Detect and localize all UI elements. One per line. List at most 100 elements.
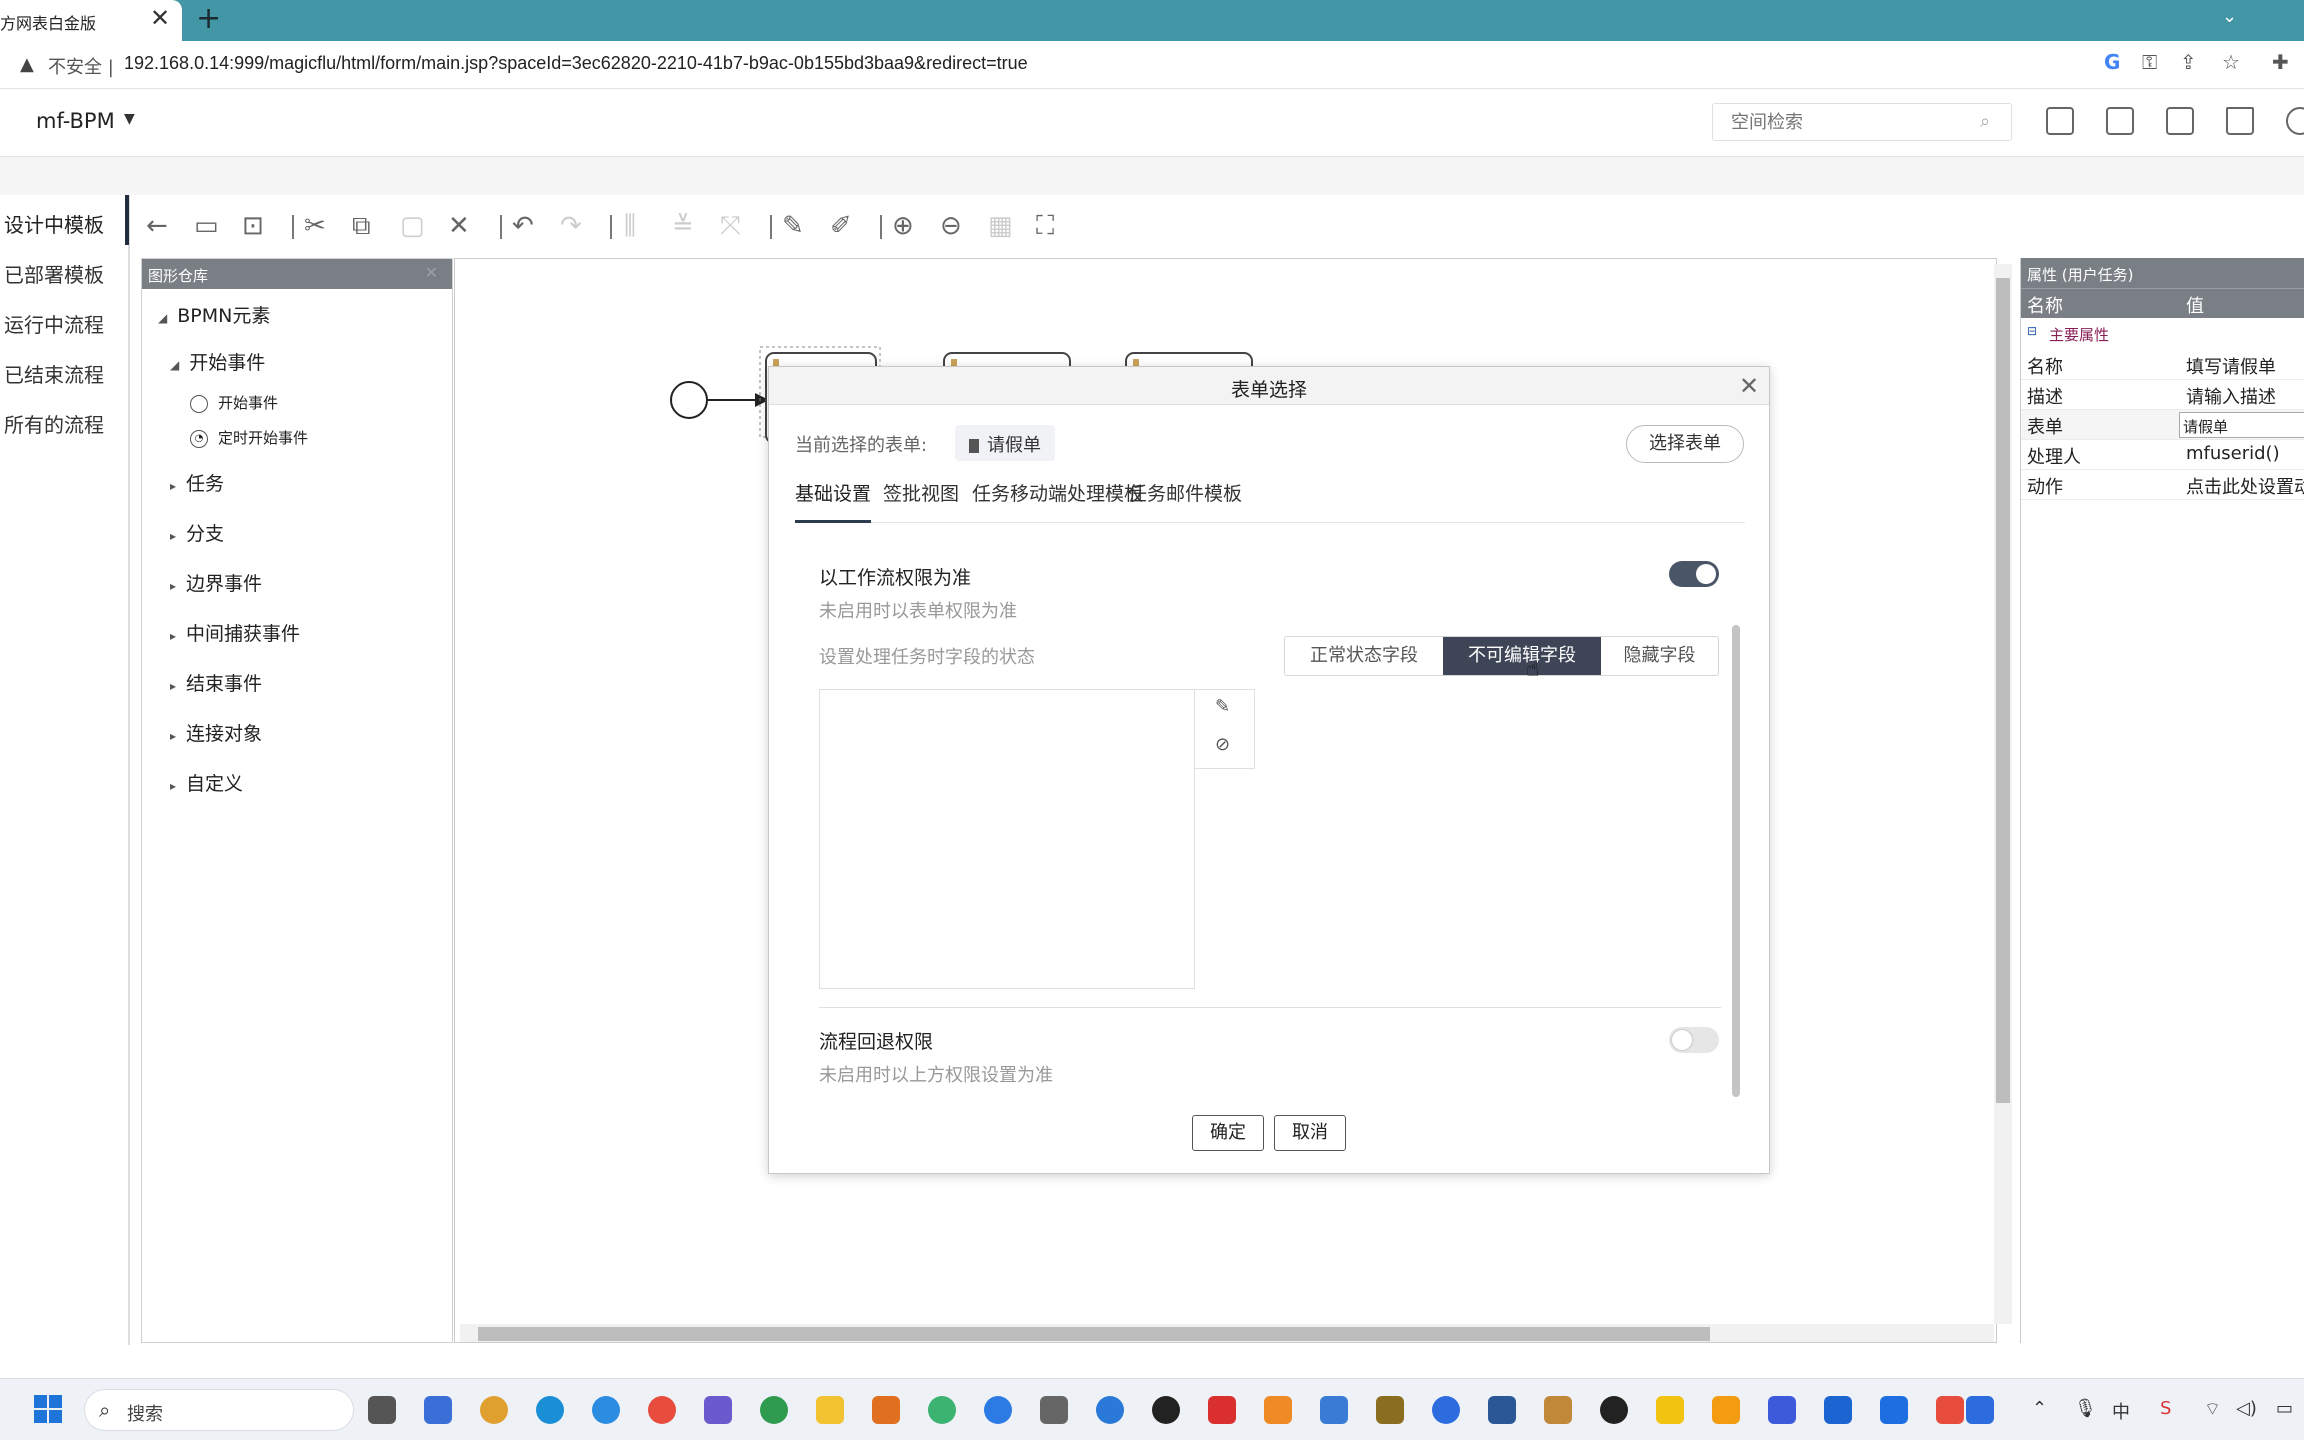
ok-button[interactable]: 确定 xyxy=(1192,1115,1264,1151)
new-tab-button[interactable]: + xyxy=(196,1,221,36)
browser-tab[interactable]: 方网表白金版 ✕ xyxy=(0,0,182,41)
select-form-button[interactable]: 选择表单 xyxy=(1626,425,1744,463)
horizontal-scrollbar[interactable] xyxy=(460,1324,1994,1342)
app-icon[interactable] xyxy=(1656,1396,1684,1424)
taskbar-search[interactable]: ⌕ 搜索 xyxy=(84,1389,354,1431)
microphone-icon[interactable]: 🎙 xyxy=(2074,1398,2097,1419)
edge-remove-icon[interactable]: ✐ xyxy=(830,213,852,239)
current-form-tag[interactable]: 请假单 xyxy=(955,425,1055,461)
app-icon[interactable] xyxy=(1936,1396,1964,1424)
property-row[interactable]: 名称 填写请假单 xyxy=(2021,350,2304,380)
field-list[interactable] xyxy=(819,689,1195,989)
mail-icon[interactable] xyxy=(2106,107,2134,135)
property-group[interactable]: ⊟ 主要属性 xyxy=(2021,318,2304,350)
edit-icon[interactable]: ✎ xyxy=(1215,696,1230,717)
start-event-node[interactable] xyxy=(670,381,708,419)
save-icon[interactable]: ▭ xyxy=(194,213,219,239)
chevron-down-icon[interactable]: ▼ xyxy=(124,111,135,127)
same-size-icon[interactable]: ⤧ xyxy=(720,213,741,239)
volume-icon[interactable]: ◁) xyxy=(2236,1398,2257,1419)
ime-indicator[interactable]: 中 xyxy=(2112,1398,2130,1424)
undo-icon[interactable]: ↶ xyxy=(512,213,534,239)
palette-root[interactable]: ◢ BPMN元素 xyxy=(158,301,270,328)
app-icon[interactable] xyxy=(984,1396,1012,1424)
palette-group-connection[interactable]: ▸ 连接对象 xyxy=(170,719,262,746)
property-row[interactable]: 动作 点击此处设置动 xyxy=(2021,470,2304,500)
palette-group-start[interactable]: ◢ 开始事件 xyxy=(170,348,265,375)
redo-icon[interactable]: ↷ xyxy=(560,213,582,239)
zoom-actual-icon[interactable]: ▦ xyxy=(988,213,1013,239)
app-icon[interactable] xyxy=(1966,1396,1994,1424)
tab-close-icon[interactable]: ✕ xyxy=(150,4,170,32)
back-icon[interactable]: ← xyxy=(146,213,168,239)
app-icon[interactable] xyxy=(592,1396,620,1424)
app-icon[interactable] xyxy=(1544,1396,1572,1424)
qq-icon[interactable] xyxy=(1152,1396,1180,1424)
palette-group-gateway[interactable]: ▸ 分支 xyxy=(170,519,224,546)
more-icon[interactable] xyxy=(2286,107,2304,135)
palette-group-task[interactable]: ▸ 任务 xyxy=(170,469,224,496)
app-icon[interactable] xyxy=(1208,1396,1236,1424)
nav-item-all[interactable]: 所有的流程 xyxy=(4,409,104,438)
folder-icon[interactable] xyxy=(816,1396,844,1424)
tab-email-template[interactable]: 任务邮件模板 xyxy=(1128,479,1242,523)
help-icon[interactable] xyxy=(2046,107,2074,135)
close-icon[interactable]: ✕ xyxy=(1739,372,1759,400)
app-icon[interactable] xyxy=(1040,1396,1068,1424)
vertical-scrollbar[interactable] xyxy=(1994,264,2012,1324)
close-icon[interactable]: ✕ xyxy=(425,263,438,282)
windows-start-icon[interactable] xyxy=(34,1395,62,1423)
wifi-icon[interactable]: ⌔ xyxy=(2204,1398,2221,1421)
align-vertical-icon[interactable]: ⫼ xyxy=(624,213,636,239)
app-icon[interactable] xyxy=(760,1396,788,1424)
tab-basic-settings[interactable]: 基础设置 xyxy=(795,479,872,523)
palette-group-end[interactable]: ▸ 结束事件 xyxy=(170,669,262,696)
app-icon[interactable] xyxy=(1824,1396,1852,1424)
app-icon[interactable] xyxy=(1880,1396,1908,1424)
cut-icon[interactable]: ✂ xyxy=(304,213,326,239)
app-icon[interactable] xyxy=(1768,1396,1796,1424)
app-icon[interactable] xyxy=(1264,1396,1292,1424)
app-icon[interactable] xyxy=(1600,1396,1628,1424)
palette-item-timer-start[interactable]: ◔ 定时开始事件 xyxy=(190,427,308,448)
tab-search-icon[interactable]: ⌄ xyxy=(2222,6,2237,27)
document-icon[interactable] xyxy=(2166,107,2194,135)
app-icon[interactable] xyxy=(1096,1396,1124,1424)
scroll-thumb[interactable] xyxy=(1996,278,2010,1103)
app-icon[interactable] xyxy=(704,1396,732,1424)
property-row[interactable]: 处理人 mfuserid() xyxy=(2021,440,2304,470)
zoom-in-icon[interactable]: ⊕ xyxy=(892,213,914,239)
tab-approval-view[interactable]: 签批视图 xyxy=(883,479,959,523)
palette-group-intermediate[interactable]: ▸ 中间捕获事件 xyxy=(170,619,300,646)
property-value-editor[interactable]: 请假单 xyxy=(2179,412,2304,438)
seg-readonly-field[interactable]: 不可编辑字段 xyxy=(1443,637,1601,675)
app-icon[interactable] xyxy=(1712,1396,1740,1424)
tray-chevron-icon[interactable]: ⌃ xyxy=(2032,1398,2047,1419)
eye-off-icon[interactable]: ⊘ xyxy=(1215,734,1230,755)
align-horizontal-icon[interactable]: ≚ xyxy=(672,213,694,239)
save-as-icon[interactable]: ⊡ xyxy=(242,213,264,239)
property-row[interactable]: 表单 请假单 xyxy=(2021,410,2304,440)
nav-item-running[interactable]: 运行中流程 xyxy=(4,309,104,338)
edge-add-icon[interactable]: ✎ xyxy=(782,213,804,239)
tab-mobile-template[interactable]: 任务移动端处理模板 xyxy=(972,479,1143,523)
copy-icon[interactable]: ⧉ xyxy=(352,213,371,239)
scroll-thumb[interactable] xyxy=(478,1327,1710,1341)
palette-group-boundary[interactable]: ▸ 边界事件 xyxy=(170,569,262,596)
word-icon[interactable] xyxy=(1488,1396,1516,1424)
star-icon[interactable]: ☆ xyxy=(2222,50,2240,74)
app-name[interactable]: mf-BPM xyxy=(36,109,115,133)
zoom-out-icon[interactable]: ⊖ xyxy=(940,213,962,239)
google-icon[interactable]: G xyxy=(2104,50,2120,74)
search-icon[interactable]: ⌕ xyxy=(1980,111,1990,132)
collapse-icon[interactable]: ⊟ xyxy=(2027,324,2037,338)
task-view-icon[interactable] xyxy=(368,1396,396,1424)
share-icon[interactable]: ⇪ xyxy=(2180,50,2197,74)
chrome-icon[interactable] xyxy=(648,1396,676,1424)
app-icon[interactable] xyxy=(1320,1396,1348,1424)
app-icon[interactable] xyxy=(480,1396,508,1424)
delete-icon[interactable]: ✕ xyxy=(448,213,470,239)
dialog-scrollbar[interactable] xyxy=(1732,625,1740,1097)
app-icon[interactable] xyxy=(1432,1396,1460,1424)
extensions-icon[interactable]: ✚ xyxy=(2272,50,2289,74)
